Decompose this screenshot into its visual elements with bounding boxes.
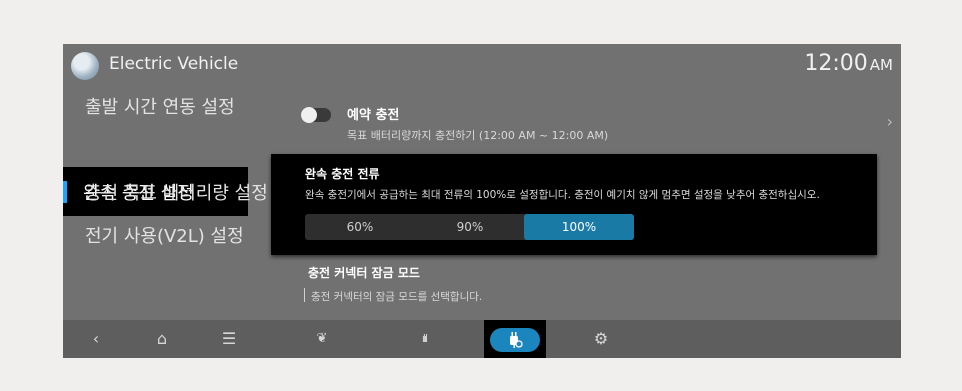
- reservation-description: 목표 배터리량까지 충전하기 (12:00 AM ~ 12:00 AM): [347, 129, 609, 142]
- ev-screen: Electric Vehicle 12:00 AM 출발 시간 연동 설정 완속 …: [63, 44, 901, 358]
- option-60[interactable]: 60%: [305, 214, 415, 240]
- eco-leaf-icon[interactable]: ❦: [307, 320, 337, 358]
- active-indicator: [63, 181, 67, 203]
- charge-current-popup: 완속 충전 전류 완속 충전기에서 공급하는 최대 전류의 100%로 설정합니…: [271, 154, 877, 255]
- gear-icon[interactable]: ⚙: [586, 320, 616, 358]
- chevron-right-icon: ›: [886, 112, 893, 131]
- active-pill: [490, 328, 540, 352]
- reservation-toggle[interactable]: [301, 107, 331, 123]
- ev-charge-settings-button[interactable]: [484, 320, 546, 358]
- lock-mode-title[interactable]: 충전 커넥터 잠금 모드: [308, 264, 420, 281]
- option-100-selected[interactable]: 100%: [524, 214, 634, 240]
- chart-icon[interactable]: ılıl: [409, 320, 439, 358]
- option-90[interactable]: 90%: [415, 214, 525, 240]
- top-bar: Electric Vehicle 12:00 AM: [63, 44, 901, 88]
- current-segmented-control: 60% 90% 100%: [305, 214, 634, 240]
- reservation-title: 예약 충전: [347, 108, 400, 123]
- home-icon[interactable]: ⌂: [147, 320, 177, 358]
- divider: [304, 288, 305, 302]
- bottom-nav-bar: ‹ ⌂ ☰ ❦ ılıl ⚙: [63, 320, 901, 358]
- app-title: Electric Vehicle: [109, 54, 239, 74]
- toggle-knob: [301, 107, 317, 123]
- popup-title: 완속 충전 전류: [305, 167, 380, 181]
- lock-mode-description: 충전 커넥터의 잠금 모드를 선택합니다.: [311, 291, 483, 303]
- clock-time: 12:00: [804, 51, 868, 76]
- clock-ampm: AM: [869, 56, 893, 74]
- menu-item-departure-time[interactable]: 출발 시간 연동 설정: [85, 93, 235, 119]
- menu-icon[interactable]: ☰: [214, 320, 244, 358]
- reservation-charge-row[interactable]: 예약 충전 목표 배터리량까지 충전하기 (12:00 AM ~ 12:00 A…: [301, 104, 893, 154]
- menu-item-target-battery[interactable]: 충전 목표 배터리량 설정: [85, 179, 268, 205]
- clock: 12:00 AM: [804, 51, 893, 76]
- app-logo-icon: [71, 52, 99, 80]
- popup-description: 완속 충전기에서 공급하는 최대 전류의 100%로 설정합니다. 충전이 예기…: [305, 189, 820, 201]
- ev-charge-settings-icon: [510, 332, 523, 348]
- menu-item-v2l[interactable]: 전기 사용(V2L) 설정: [85, 222, 244, 248]
- back-icon[interactable]: ‹: [81, 320, 111, 358]
